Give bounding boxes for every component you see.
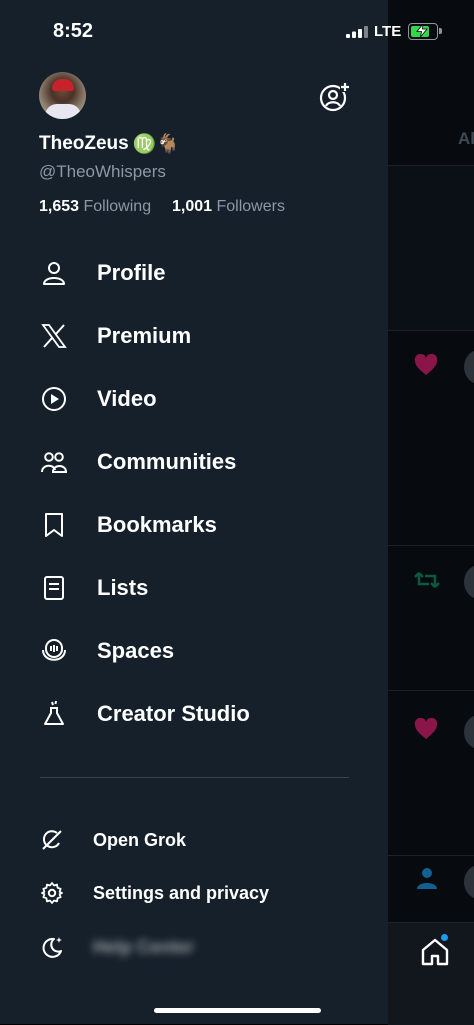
cellular-signal-icon	[346, 26, 368, 38]
menu-item-communities[interactable]: Communities	[0, 432, 388, 492]
avatar	[464, 865, 474, 899]
menu-item-label: Communities	[97, 449, 237, 474]
menu-item-bookmarks[interactable]: Bookmarks	[0, 495, 388, 555]
home-indicator	[154, 1008, 321, 1013]
menu-item-label: Profile	[97, 260, 166, 285]
microphone-icon	[42, 639, 66, 661]
menu-item-label: Open Grok	[93, 830, 187, 850]
moon-sparkle-icon	[42, 937, 62, 958]
menu-item-label: Help Center	[93, 937, 195, 957]
timeline-separator	[388, 545, 474, 546]
avatar	[464, 715, 474, 749]
timeline-separator	[388, 165, 474, 166]
menu-item-label: Bookmarks	[97, 512, 217, 537]
menu-item-spaces[interactable]: Spaces	[0, 621, 388, 681]
navigation-drawer: TheoZeus ♍️🐐 @TheoWhispers 1,653 Followi…	[0, 0, 388, 1024]
timeline-separator	[388, 690, 474, 691]
follow-person-icon	[417, 868, 437, 889]
menu-divider	[40, 777, 349, 778]
status-time: 8:52	[53, 20, 94, 42]
menu-item-label: Creator Studio	[97, 701, 250, 726]
followers-label: Followers	[216, 198, 285, 215]
menu-item-label: Settings and privacy	[93, 883, 270, 903]
bookmark-icon	[45, 513, 63, 537]
profile-handle: @TheoWhispers	[39, 162, 166, 181]
heart-icon	[414, 718, 438, 739]
person-icon	[43, 262, 65, 285]
menu-item-label: Lists	[97, 575, 149, 600]
battery-icon	[408, 23, 442, 40]
menu-item-label: Spaces	[97, 638, 175, 663]
avatar[interactable]	[39, 72, 86, 119]
retweet-icon	[414, 572, 440, 588]
follow-stats: 1,653 Following 1,001 Followers	[39, 198, 285, 216]
timeline-separator	[388, 855, 474, 856]
timeline-tab-fragment[interactable]: Al	[458, 126, 474, 152]
people-icon	[41, 452, 68, 473]
following-count: 1,653	[39, 198, 80, 215]
heart-icon	[414, 354, 438, 375]
following-label: Following	[83, 198, 152, 215]
status-bar: 8:52 LTE	[0, 0, 474, 62]
list-icon	[44, 576, 64, 600]
menu-item-help-center[interactable]: Help Center	[0, 925, 388, 969]
play-circle-icon	[42, 387, 66, 411]
add-account-icon[interactable]	[318, 81, 350, 113]
followers-count: 1,001	[172, 198, 213, 215]
name-emoji: ♍️🐐	[132, 134, 181, 155]
avatar	[464, 565, 474, 599]
flask-icon	[44, 700, 64, 725]
display-name: TheoZeus	[39, 133, 129, 154]
timeline-separator	[388, 330, 474, 331]
avatar	[464, 350, 474, 384]
gear-icon	[41, 882, 63, 904]
timeline-background: Al	[388, 0, 474, 1024]
menu-item-open-grok[interactable]: Open Grok	[0, 818, 388, 862]
x-logo-icon	[41, 324, 67, 348]
menu-item-settings-and-privacy[interactable]: Settings and privacy	[0, 871, 388, 915]
network-type: LTE	[374, 23, 402, 40]
menu-item-creator-studio[interactable]: Creator Studio	[0, 684, 388, 744]
followers-link[interactable]: 1,001 Followers	[172, 198, 285, 215]
menu-item-label: Premium	[97, 323, 192, 348]
profile-name-row[interactable]: TheoZeus ♍️🐐	[39, 132, 180, 156]
home-icon[interactable]	[420, 937, 450, 967]
menu-item-profile[interactable]: Profile	[0, 243, 388, 303]
menu-item-lists[interactable]: Lists	[0, 558, 388, 618]
charging-bolt-icon	[416, 24, 428, 37]
notification-dot	[441, 934, 448, 941]
timeline-highlight-band	[388, 165, 474, 330]
menu-item-label: Video	[97, 386, 157, 411]
grok-icon	[42, 830, 62, 850]
menu-item-video[interactable]: Video	[0, 369, 388, 429]
menu-item-premium[interactable]: Premium	[0, 306, 388, 366]
following-link[interactable]: 1,653 Following	[39, 198, 151, 215]
